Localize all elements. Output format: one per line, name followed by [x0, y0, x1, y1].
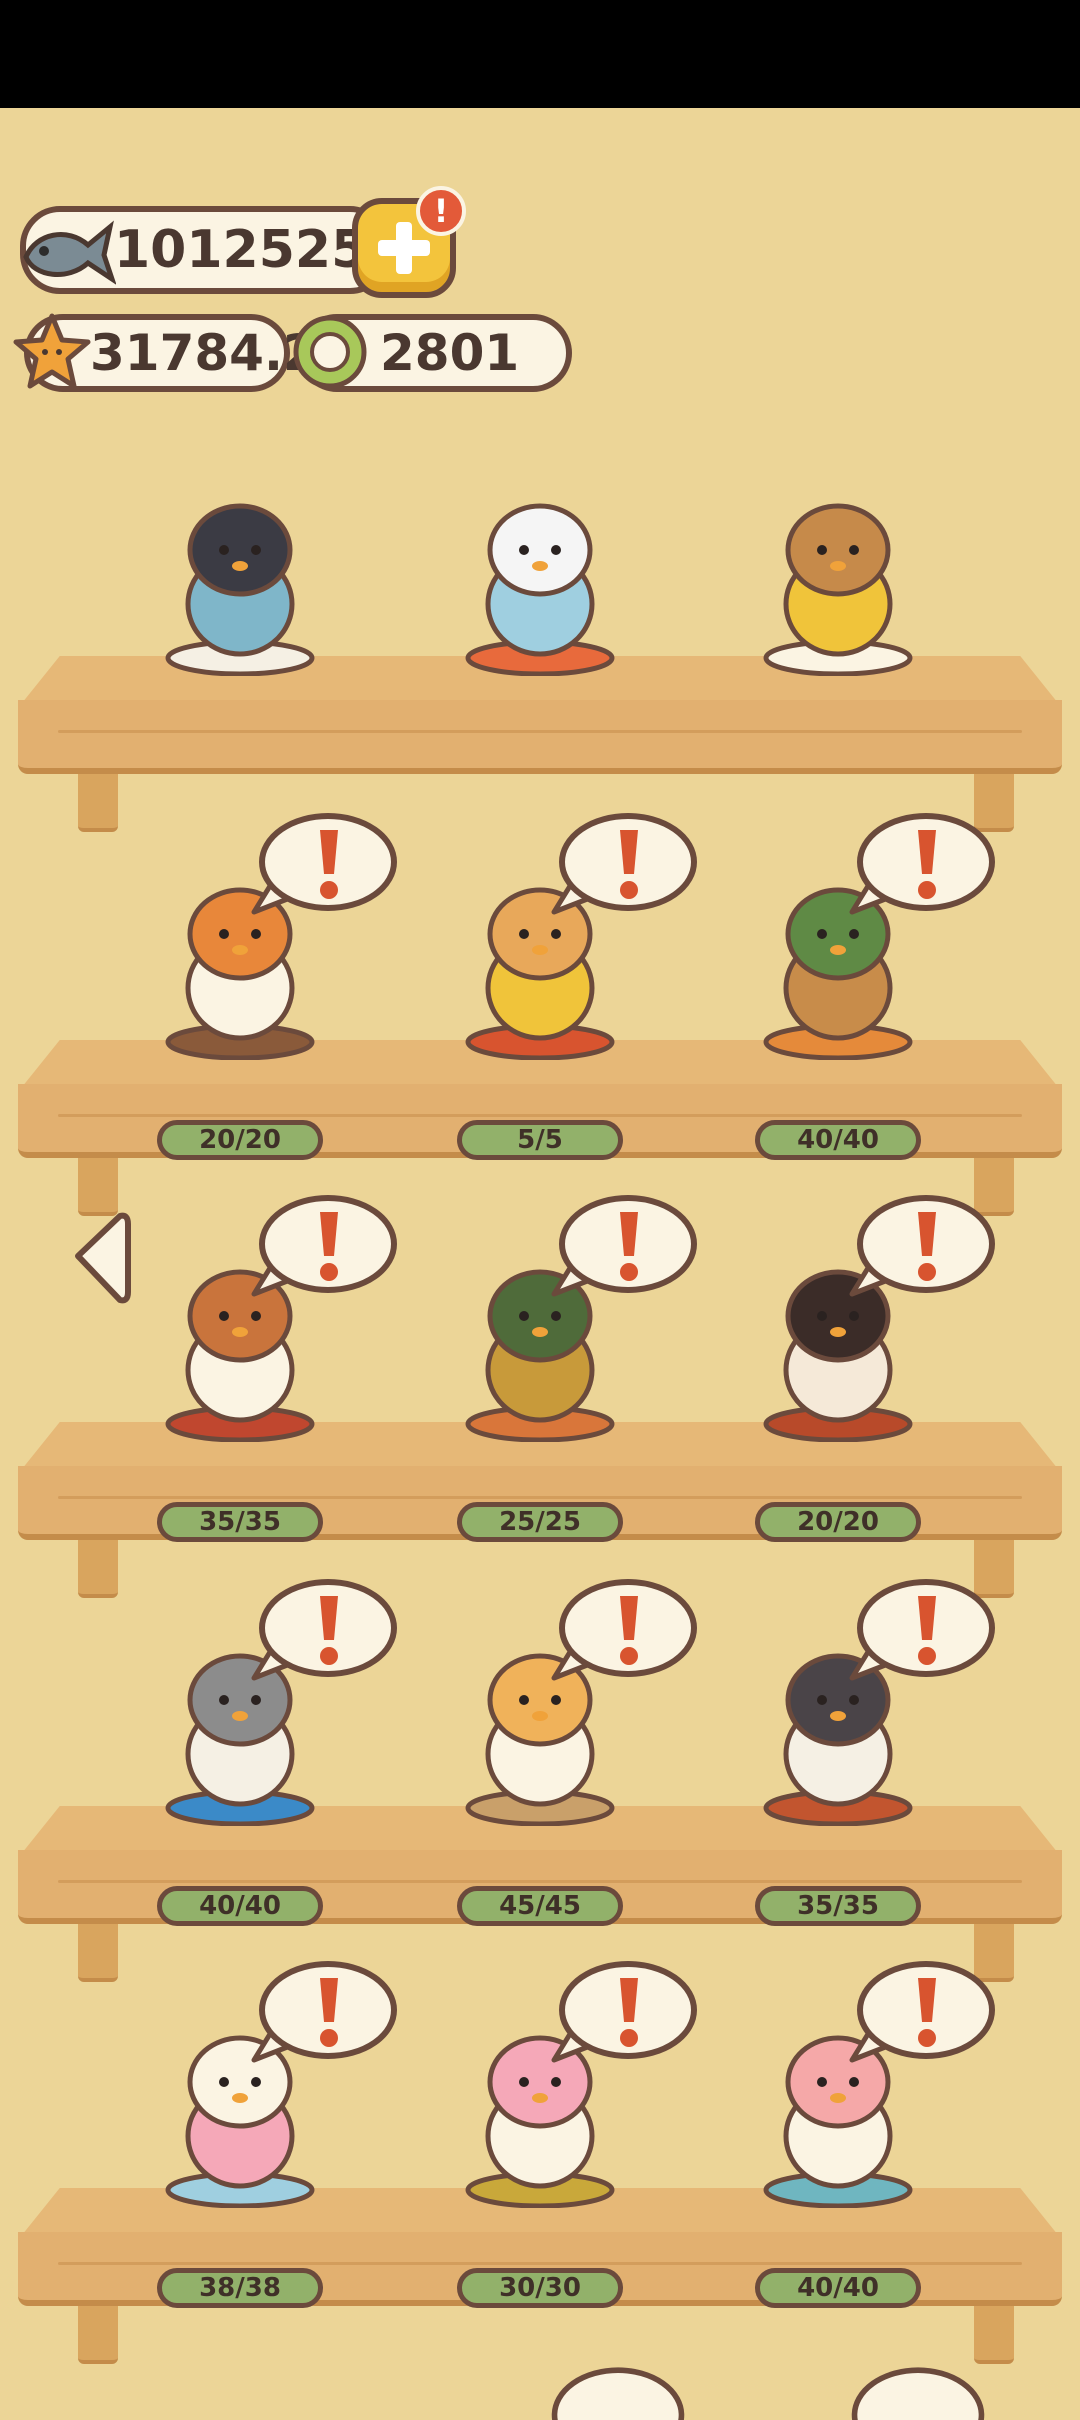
penguin-in-bathtub-figure[interactable]: [150, 476, 330, 677]
coin-amount: 2801: [380, 324, 520, 382]
speech-bubble-partial: [848, 2360, 988, 2420]
exclamation-bubble-icon[interactable]: [848, 1190, 998, 1300]
exclamation-bubble-icon[interactable]: [848, 1574, 998, 1684]
progress-pill: 30/30: [457, 2268, 623, 2308]
exclamation-bubble-icon[interactable]: [550, 808, 700, 918]
chevron-left-icon[interactable]: [68, 1210, 132, 1306]
star-icon: [13, 313, 91, 389]
progress-pill: 25/25: [457, 1502, 623, 1542]
progress-pill: 35/35: [157, 1502, 323, 1542]
progress-pill: 45/45: [457, 1886, 623, 1926]
bear-fortune-god-figure[interactable]: [748, 476, 928, 677]
progress-pill: 20/20: [157, 1120, 323, 1160]
progress-pill: 35/35: [755, 1886, 921, 1926]
alert-badge: !: [416, 186, 466, 236]
progress-pill: 5/5: [457, 1120, 623, 1160]
progress-pill: 20/20: [755, 1502, 921, 1542]
fish-icon: [23, 220, 116, 285]
progress-pill: 40/40: [157, 1886, 323, 1926]
jade-coin-icon: [293, 315, 367, 389]
exclamation-bubble-icon[interactable]: [250, 808, 400, 918]
exclamation-bubble-icon[interactable]: [250, 1956, 400, 2066]
exclamation-bubble-icon[interactable]: [848, 808, 998, 918]
progress-pill: 40/40: [755, 2268, 921, 2308]
exclamation-bubble-icon[interactable]: [550, 1190, 700, 1300]
speech-bubble-partial: [548, 2360, 688, 2420]
exclamation-bubble-icon[interactable]: [550, 1574, 700, 1684]
exclamation-bubble-icon[interactable]: [550, 1956, 700, 2066]
exclamation-bubble-icon[interactable]: [250, 1574, 400, 1684]
exclamation-bubble-icon[interactable]: [250, 1190, 400, 1300]
status-bar: [0, 0, 1080, 108]
exclamation-bubble-icon[interactable]: [848, 1956, 998, 2066]
progress-pill: 40/40: [755, 1120, 921, 1160]
progress-pill: 38/38: [157, 2268, 323, 2308]
star-amount: 31784.2: [90, 324, 318, 382]
goose-in-kimono-figure[interactable]: [450, 476, 630, 677]
